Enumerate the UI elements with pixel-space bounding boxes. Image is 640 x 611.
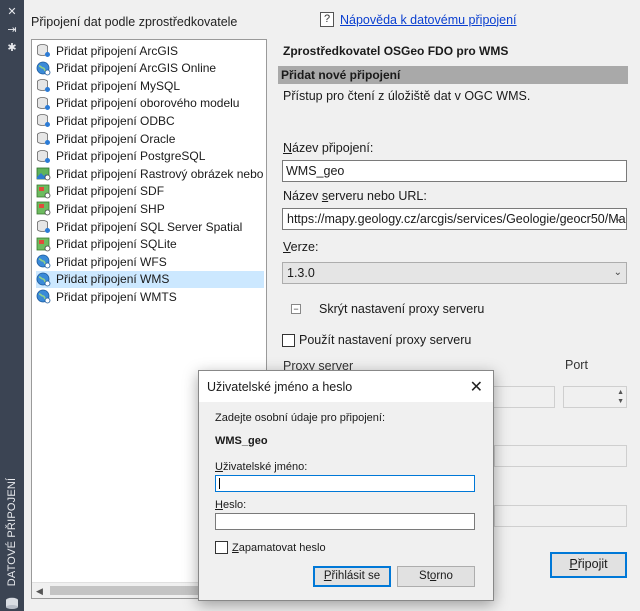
provider-list-item[interactable]: Přidat připojení SDF — [36, 183, 264, 200]
file-format-icon — [36, 184, 51, 199]
remember-password-checkbox[interactable]: Zapamatovat heslo — [215, 541, 326, 554]
server-url-value: https://mapy.geology.cz/arcgis/services/… — [287, 212, 626, 226]
port-stepper[interactable]: ▲ ▼ — [563, 386, 627, 408]
database-icon — [36, 131, 51, 146]
gear-icon[interactable]: ✱ — [6, 42, 18, 54]
credentials-dialog: Uživatelské jméno a heslo ✕ Zadejte osob… — [198, 370, 494, 601]
globe-icon — [36, 272, 51, 287]
server-url-label: Název serveru nebo URL: — [283, 189, 427, 203]
help-icon[interactable]: ? — [320, 12, 334, 27]
close-icon[interactable]: ✕ — [6, 6, 18, 18]
provider-list-item[interactable]: Přidat připojení ArcGIS Online — [36, 60, 264, 77]
username-label: Uživatelské jméno: — [215, 461, 308, 473]
proxy-user-input[interactable] — [494, 445, 627, 467]
globe-icon — [36, 254, 51, 269]
proxy-password-input[interactable] — [494, 505, 627, 527]
dialog-body: Zadejte osobní údaje pro připojení: WMS_… — [199, 402, 493, 600]
provider-list-item[interactable]: Přidat připojení WFS — [36, 253, 264, 270]
provider-list-label: Přidat připojení MySQL — [56, 78, 181, 93]
collapse-icon[interactable]: − — [291, 304, 301, 314]
provider-list-label: Přidat připojení ArcGIS Online — [56, 61, 217, 76]
spin-down-icon[interactable]: ▼ — [617, 398, 624, 405]
dialog-connection-name: WMS_geo — [215, 435, 268, 447]
version-value: 1.3.0 — [287, 266, 315, 280]
port-label: Port — [565, 358, 588, 372]
globe-icon — [36, 289, 51, 304]
provider-list-item[interactable]: Přidat připojení SQL Server Spatial — [36, 218, 264, 235]
dialog-title: Uživatelské jméno a heslo — [207, 380, 353, 394]
provider-list-label: Přidat připojení WMS — [56, 272, 170, 287]
connection-name-input[interactable]: WMS_geo — [282, 160, 627, 182]
provider-list-item[interactable]: Přidat připojení SQLite — [36, 236, 264, 253]
close-icon[interactable]: ✕ — [470, 377, 483, 397]
provider-list-label: Přidat připojení ODBC — [56, 113, 175, 128]
cancel-button[interactable]: Storno — [397, 566, 475, 587]
help: ? Nápověda k datovému připojení — [320, 12, 517, 27]
provider-list-label: Přidat připojení SQL Server Spatial — [56, 219, 243, 234]
file-format-icon — [36, 201, 51, 216]
provider-list-label: Přidat připojení ArcGIS — [56, 43, 179, 58]
pin-icon[interactable]: ⇥ — [6, 24, 18, 36]
provider-list-item[interactable]: Přidat připojení Rastrový obrázek nebo — [36, 165, 264, 182]
checkbox-box[interactable] — [282, 333, 295, 347]
checkbox-box[interactable] — [215, 541, 228, 554]
panel-title: Připojení dat podle zprostředkovatele — [31, 15, 238, 29]
database-icon — [36, 96, 51, 111]
scroll-left-icon[interactable]: ◀ — [36, 586, 43, 597]
version-label: Verze: — [283, 240, 319, 254]
help-link[interactable]: Nápověda k datovému připojení — [340, 13, 517, 27]
dialog-prompt: Zadejte osobní údaje pro připojení: — [215, 412, 386, 424]
database-icon — [36, 219, 51, 234]
database-icon — [36, 149, 51, 164]
text-caret — [219, 478, 220, 489]
side-strip: ✕ ⇥ ✱ DATOVÉ PŘIPOJENÍ — [0, 0, 24, 611]
provider-list-label: Přidat připojení SDF — [56, 184, 165, 199]
login-button[interactable]: Přihlásit se — [313, 566, 391, 587]
database-icon — [6, 597, 18, 609]
provider-list-label: Přidat připojení Oracle — [56, 131, 176, 146]
provider-description: Přístup pro čtení z úložiště dat v OGC W… — [283, 89, 531, 103]
provider-list-item[interactable]: Přidat připojení oborového modelu — [36, 95, 264, 112]
use-proxy-label: Použít nastavení proxy serveru — [299, 333, 472, 347]
raster-image-icon — [36, 166, 51, 181]
provider-list-item[interactable]: Přidat připojení SHP — [36, 200, 264, 217]
proxy-collapse-toggle[interactable]: − Skrýt nastavení proxy serveru — [291, 302, 484, 316]
chevron-down-icon[interactable]: ⌄ — [614, 267, 622, 278]
connection-name-label: Název připojení: — [283, 141, 374, 155]
provider-list-item[interactable]: Přidat připojení MySQL — [36, 77, 264, 94]
database-icon — [36, 43, 51, 58]
provider-list-label: Přidat připojení WMTS — [56, 289, 177, 304]
provider-list-item[interactable]: Přidat připojení ODBC — [36, 112, 264, 129]
provider-list-item[interactable]: Přidat připojení PostgreSQL — [36, 148, 264, 165]
remember-password-label: Zapamatovat heslo — [232, 541, 326, 554]
provider-title: Zprostředkovatel OSGeo FDO pro WMS — [283, 44, 509, 58]
database-icon — [36, 78, 51, 93]
password-input[interactable] — [215, 513, 475, 530]
password-label: Heslo: — [215, 499, 247, 511]
provider-list-item[interactable]: Přidat připojení WMTS — [36, 288, 264, 305]
provider-list-label: Přidat připojení PostgreSQL — [56, 149, 206, 164]
provider-list-label: Přidat připojení oborového modelu — [56, 96, 240, 111]
provider-list-item[interactable]: Přidat připojení WMS — [36, 270, 264, 288]
provider-list-label: Přidat připojení SQLite — [56, 237, 177, 252]
provider-list-label: Přidat připojení WFS — [56, 254, 167, 269]
proxy-toggle-label: Skrýt nastavení proxy serveru — [319, 302, 485, 316]
chevron-down-icon[interactable]: ⌄ — [614, 213, 622, 224]
provider-list-label: Přidat připojení Rastrový obrázek nebo — [56, 166, 264, 181]
file-format-icon — [36, 237, 51, 252]
scrollbar-thumb[interactable] — [50, 586, 200, 595]
provider-list-item[interactable]: Přidat připojení Oracle — [36, 130, 264, 147]
username-input[interactable] — [215, 475, 475, 492]
use-proxy-checkbox[interactable]: Použít nastavení proxy serveru — [282, 333, 471, 347]
section-bar: Přidat nové připojení — [278, 66, 628, 84]
connect-button[interactable]: Připojit — [550, 552, 627, 578]
version-select[interactable]: 1.3.0 ⌄ — [282, 262, 627, 284]
provider-list-label: Přidat připojení SHP — [56, 201, 165, 216]
database-icon — [36, 113, 51, 128]
palette-title: DATOVÉ PŘIPOJENÍ — [6, 477, 18, 587]
globe-icon — [36, 61, 51, 76]
server-url-combobox[interactable]: https://mapy.geology.cz/arcgis/services/… — [282, 208, 627, 230]
provider-list-item[interactable]: Přidat připojení ArcGIS — [36, 42, 264, 59]
spin-up-icon[interactable]: ▲ — [617, 389, 624, 396]
